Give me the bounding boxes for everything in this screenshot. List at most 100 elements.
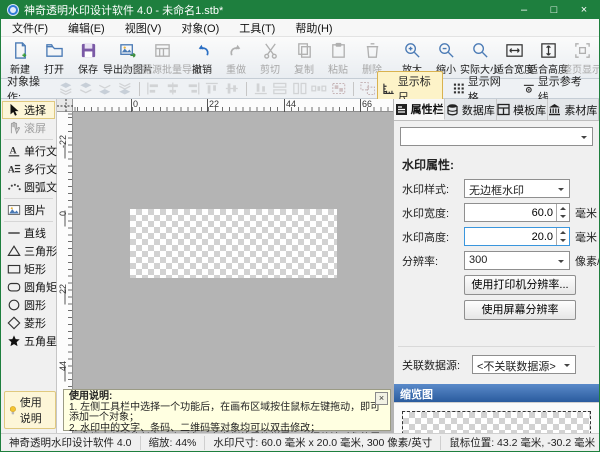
watermark-design-area[interactable] xyxy=(130,209,337,278)
tool-pan[interactable]: 滚屏 xyxy=(2,119,55,137)
save-button[interactable]: 保存 xyxy=(71,39,105,77)
triangle-icon xyxy=(7,244,21,258)
app-logo-icon xyxy=(7,4,19,16)
align-bottom-icon[interactable] xyxy=(253,81,269,96)
resolution-dropdown[interactable]: 300 xyxy=(464,251,570,270)
svg-text:A: A xyxy=(8,165,15,176)
bring-forward-icon[interactable] xyxy=(78,81,94,96)
distribute-horizontal-icon[interactable] xyxy=(311,81,327,96)
close-instructions-icon[interactable]: × xyxy=(375,392,388,405)
open-file-icon xyxy=(45,41,64,60)
copy-button[interactable]: 复制 xyxy=(287,39,321,77)
tool-single-line-text[interactable]: A 单行文字 xyxy=(2,142,55,160)
same-width-icon[interactable] xyxy=(272,81,288,96)
paste-button[interactable]: 粘贴 xyxy=(321,39,355,77)
send-to-back-icon[interactable] xyxy=(117,81,133,96)
open-button[interactable]: 打开 xyxy=(37,39,71,77)
canvas-area[interactable]: 0 22 44 66 -22 0 22 44 使用说明: 1. 左侧工具栏中选择… xyxy=(57,99,393,433)
height-spinner[interactable] xyxy=(556,228,569,245)
help-instructions-button[interactable]: 使用说明 xyxy=(4,391,56,429)
align-top-icon[interactable] xyxy=(204,81,220,96)
panel-tabs: 属性栏 数据库 模板库 素材库 xyxy=(394,99,599,121)
redo-button[interactable]: 重做 xyxy=(219,39,253,77)
diamond-icon xyxy=(7,316,21,330)
tool-triangle[interactable]: 三角形 xyxy=(2,242,55,260)
usage-instruction-line: 1. 左侧工具栏中选择一个功能后，在画布区域按住鼠标左键拖动，即可添加一个对象； xyxy=(69,403,385,424)
ruler-origin-corner xyxy=(57,99,73,112)
tool-rectangle[interactable]: 矩形 xyxy=(2,260,55,278)
use-printer-resolution-button[interactable]: 使用打印机分辨率... xyxy=(464,275,576,295)
menu-view[interactable]: 视图(V) xyxy=(122,19,165,37)
tab-properties[interactable]: 属性栏 xyxy=(394,99,445,120)
menu-object[interactable]: 对象(O) xyxy=(178,19,222,37)
watermark-height-input[interactable] xyxy=(464,227,570,246)
template-icon xyxy=(497,103,510,116)
undo-button[interactable]: 撤销 xyxy=(185,39,219,77)
select-cursor-icon xyxy=(7,103,21,117)
align-center-icon[interactable] xyxy=(165,81,181,96)
pan-hand-icon xyxy=(7,121,21,135)
menu-help[interactable]: 帮助(H) xyxy=(292,19,335,37)
width-spinner[interactable] xyxy=(556,204,569,221)
send-backward-icon[interactable] xyxy=(97,81,113,96)
watermark-width-row: 水印宽度: 毫米 xyxy=(402,203,591,222)
tab-templates[interactable]: 模板库 xyxy=(497,99,548,120)
usage-instructions-title: 使用说明: xyxy=(69,392,385,403)
multi-line-text-icon: A xyxy=(7,162,21,176)
bring-to-front-icon[interactable] xyxy=(58,81,74,96)
align-middle-icon[interactable] xyxy=(224,81,240,96)
align-right-icon[interactable] xyxy=(185,81,201,96)
resolution-unit: 像素/英寸 xyxy=(575,253,600,269)
tool-arc-text[interactable]: 圆弧文字 xyxy=(2,178,55,196)
tool-circle[interactable]: 圆形 xyxy=(2,296,55,314)
object-selector-dropdown[interactable] xyxy=(400,127,593,146)
ungroup-icon[interactable] xyxy=(360,81,376,96)
lightbulb-icon xyxy=(9,404,17,417)
tool-image[interactable]: 图片 xyxy=(2,201,55,219)
minimize-button[interactable]: – xyxy=(509,1,539,19)
tool-multi-line-text[interactable]: A 多行文字 xyxy=(2,160,55,178)
cut-button[interactable]: 剪切 xyxy=(253,39,287,77)
actual-size-icon xyxy=(471,41,490,60)
watermark-width-input[interactable] xyxy=(464,203,570,222)
guides-icon xyxy=(523,82,535,95)
datasource-dropdown[interactable]: <不关联数据源> xyxy=(472,355,576,374)
menu-bar: 文件(F) 编辑(E) 视图(V) 对象(O) 工具(T) 帮助(H) xyxy=(1,19,599,37)
tool-star[interactable]: 五角星 xyxy=(2,332,55,350)
properties-panel: 属性栏 数据库 模板库 素材库 水印属性: 水印样式: 无边框水印 xyxy=(393,99,599,433)
fit-page-icon xyxy=(573,41,592,60)
tool-line[interactable]: 直线 xyxy=(2,224,55,242)
tab-materials[interactable]: 素材库 xyxy=(548,99,599,120)
menu-edit[interactable]: 编辑(E) xyxy=(65,19,108,37)
group-icon[interactable] xyxy=(331,81,347,96)
same-height-icon[interactable] xyxy=(292,81,308,96)
tool-panel: 选择 滚屏 A 单行文字 A 多行文字 圆弧文字 图片 直线 xyxy=(1,99,57,433)
watermark-style-dropdown[interactable]: 无边框水印 xyxy=(464,179,570,198)
batch-export-button[interactable]: 依数据源批量导出 xyxy=(145,39,179,77)
tool-rounded-rectangle[interactable]: 圆角矩形 xyxy=(2,278,55,296)
arc-text-icon xyxy=(7,180,21,194)
tool-select[interactable]: 选择 xyxy=(2,101,55,119)
zoom-out-icon xyxy=(437,41,456,60)
origin-cross-icon xyxy=(57,99,73,112)
menu-file[interactable]: 文件(F) xyxy=(9,19,51,37)
export-image-icon xyxy=(119,41,138,60)
close-button[interactable]: × xyxy=(569,1,599,19)
style-label: 水印样式: xyxy=(402,181,464,197)
align-left-icon[interactable] xyxy=(146,81,162,96)
maximize-button[interactable]: □ xyxy=(539,1,569,19)
new-button[interactable]: 新建 xyxy=(3,39,37,77)
tab-database[interactable]: 数据库 xyxy=(445,99,496,120)
usage-instruction-line: 2. 水印中的文字、条码、二维码等对象均可以双击修改； xyxy=(69,424,385,434)
menu-tools[interactable]: 工具(T) xyxy=(236,19,278,37)
properties-icon xyxy=(395,103,408,116)
svg-text:A: A xyxy=(10,146,17,157)
usage-instructions-box: 使用说明: 1. 左侧工具栏中选择一个功能后，在画布区域按住鼠标左键拖动，即可添… xyxy=(63,389,391,431)
tool-diamond[interactable]: 菱形 xyxy=(2,314,55,332)
fit-height-icon xyxy=(539,41,558,60)
material-icon xyxy=(548,103,561,116)
cut-icon xyxy=(261,41,280,60)
use-screen-resolution-button[interactable]: 使用屏幕分辨率 xyxy=(464,300,576,320)
rectangle-icon xyxy=(7,262,21,276)
title-bar: 神奇透明水印设计软件 4.0 - 未命名1.stb* – □ × xyxy=(1,1,599,19)
